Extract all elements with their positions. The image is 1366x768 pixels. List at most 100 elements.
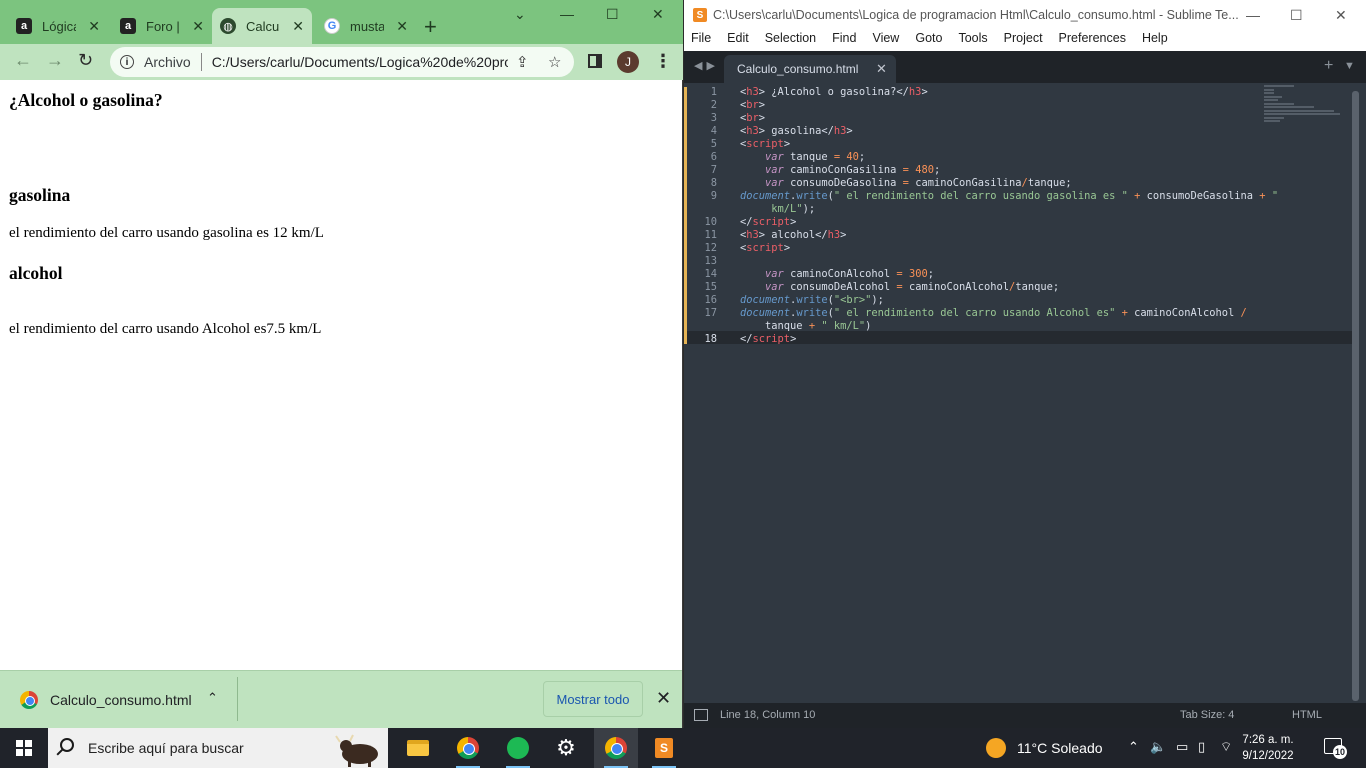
close-icon[interactable]: ✕ xyxy=(292,18,304,35)
line-gutter: 1 2 3 4 5 6 7 8 9 10 11 12 13 14 15 16 1… xyxy=(687,86,717,346)
sublime-window: S C:\Users\carlu\Documents\Logica de pro… xyxy=(684,0,1366,728)
side-panel-icon[interactable] xyxy=(588,54,602,68)
maximize-button[interactable]: ☐ xyxy=(1290,7,1303,24)
downloads-bar: Calculo_consumo.html ⌃ Mostrar todo ✕ xyxy=(0,670,682,728)
menu-find[interactable]: Find xyxy=(832,31,856,51)
chevron-up-icon[interactable]: ⌃ xyxy=(207,690,218,706)
menu-file[interactable]: File xyxy=(691,31,711,51)
globe-icon: ◍ xyxy=(220,18,236,34)
close-window-button[interactable]: ✕ xyxy=(652,6,664,23)
minimap[interactable] xyxy=(1264,85,1344,129)
reload-icon[interactable]: ↻ xyxy=(78,50,93,71)
menu-help[interactable]: Help xyxy=(1142,31,1168,51)
divider xyxy=(237,677,238,721)
taskbar-settings[interactable]: ⚙ xyxy=(544,728,588,768)
taskbar-chrome[interactable] xyxy=(446,728,490,768)
address-bar[interactable]: i Archivo C:/Users/carlu/Documents/Logic… xyxy=(110,47,574,77)
meet-now-icon[interactable]: ▭ xyxy=(1176,739,1188,755)
menu-view[interactable]: View xyxy=(872,31,899,51)
line-number: 9 xyxy=(710,190,717,202)
tab-search-icon[interactable]: ⌄ xyxy=(514,6,526,23)
vertical-scrollbar[interactable] xyxy=(1352,91,1359,701)
tab-title: Lógica xyxy=(42,18,76,34)
line-number xyxy=(687,320,717,333)
search-icon xyxy=(60,738,74,752)
new-tab-button[interactable]: + xyxy=(1324,57,1333,75)
chevron-up-icon[interactable]: ⌃ xyxy=(1128,739,1139,755)
windows-start-icon[interactable] xyxy=(16,740,32,756)
menu-project[interactable]: Project xyxy=(1004,31,1043,51)
line-number: 17 xyxy=(704,307,717,319)
line-number: 12 xyxy=(704,242,717,254)
back-icon[interactable]: ← xyxy=(14,50,32,71)
close-icon[interactable]: ✕ xyxy=(88,18,100,35)
battery-icon[interactable]: ▯ xyxy=(1198,739,1205,755)
close-icon[interactable]: ✕ xyxy=(396,18,408,35)
minimize-button[interactable]: — xyxy=(1246,7,1260,23)
address-scheme: Archivo xyxy=(144,54,191,70)
clock[interactable]: 7:26 a. m. 9/12/2022 xyxy=(1238,732,1298,764)
code-text[interactable]: <h3> ¿Alcohol o gasolina?</h3> <br> <br>… xyxy=(740,86,1300,346)
taskbar-spotify[interactable] xyxy=(496,728,540,768)
wifi-icon[interactable]: ⌔ xyxy=(1220,739,1232,755)
line-number: 13 xyxy=(704,255,717,267)
tab-title: Calculo xyxy=(246,18,280,34)
chrome-file-icon xyxy=(20,691,38,709)
address-url[interactable]: C:/Users/carlu/Documents/Logica%20de%20p… xyxy=(212,54,508,70)
close-icon[interactable]: ✕ xyxy=(876,61,887,77)
menu-goto[interactable]: Goto xyxy=(915,31,942,51)
notification-icon[interactable]: 10 xyxy=(1324,738,1347,759)
menu-tools[interactable]: Tools xyxy=(958,31,987,51)
info-icon[interactable]: i xyxy=(120,55,134,69)
show-all-button[interactable]: Mostrar todo xyxy=(543,681,643,717)
window-title: C:\Users\carlu\Documents\Logica de progr… xyxy=(713,8,1239,22)
cursor-position: Line 18, Column 10 xyxy=(720,709,816,721)
chevron-down-icon[interactable]: ▼ xyxy=(1344,60,1355,72)
maximize-button[interactable]: ☐ xyxy=(606,6,619,23)
weather-text[interactable]: 11°C Soleado xyxy=(1017,740,1103,756)
chrome-tab-foro[interactable]: a Foro | A ✕ xyxy=(112,8,212,44)
star-icon[interactable]: ☆ xyxy=(548,53,561,71)
chrome-icon xyxy=(457,737,479,759)
close-icon[interactable]: ✕ xyxy=(656,688,671,709)
taskbar-file-explorer[interactable] xyxy=(396,728,440,768)
tab-size[interactable]: Tab Size: 4 xyxy=(1180,709,1234,721)
line-number: 18 xyxy=(704,333,717,345)
editor-tab[interactable]: Calculo_consumo.html ✕ xyxy=(724,55,896,83)
menu-edit[interactable]: Edit xyxy=(727,31,749,51)
syntax-mode[interactable]: HTML xyxy=(1292,709,1322,721)
sidebar-toggle-icon[interactable] xyxy=(694,709,708,721)
chrome-tab-mustang[interactable]: G mustang ✕ xyxy=(316,8,416,44)
notification-count: 10 xyxy=(1333,745,1347,759)
code-line: <h3> ¿Alcohol o gasolina?</h3> xyxy=(740,86,928,98)
close-window-button[interactable]: ✕ xyxy=(1335,7,1347,24)
taskbar-chrome-profile[interactable] xyxy=(594,728,638,768)
new-tab-button[interactable]: + xyxy=(424,14,437,40)
code-line: <h3> gasolina</h3> xyxy=(740,125,853,137)
download-item[interactable]: Calculo_consumo.html xyxy=(50,692,192,708)
code-line: </script> xyxy=(740,333,797,345)
line-number: 2 xyxy=(710,99,717,111)
share-icon[interactable]: ⇪ xyxy=(516,53,529,71)
minimize-button[interactable]: — xyxy=(560,6,574,22)
chrome-tab-calculo[interactable]: ◍ Calculo ✕ xyxy=(212,8,312,44)
sublime-titlebar: S C:\Users\carlu\Documents\Logica de pro… xyxy=(684,0,1366,31)
menu-icon[interactable]: ⋮ xyxy=(654,51,672,72)
line-number: 7 xyxy=(710,164,717,176)
chrome-tab-logica[interactable]: a Lógica ✕ xyxy=(8,8,108,44)
code-editor[interactable]: 1 2 3 4 5 6 7 8 9 10 11 12 13 14 15 16 1… xyxy=(684,83,1366,703)
line-number: 5 xyxy=(710,138,717,150)
volume-icon[interactable]: 🔈 xyxy=(1150,739,1166,755)
menu-preferences[interactable]: Preferences xyxy=(1059,31,1126,51)
menu-selection[interactable]: Selection xyxy=(765,31,816,51)
taskbar-sublime[interactable]: S xyxy=(642,728,686,768)
profile-avatar[interactable]: J xyxy=(617,51,639,73)
tab-nav-arrows-icon[interactable]: ◀▶ xyxy=(694,59,719,72)
forward-icon[interactable]: → xyxy=(46,50,64,71)
result-alcohol: el rendimiento del carro usando Alcohol … xyxy=(9,321,322,337)
taskbar-search-box[interactable]: Escribe aquí para buscar xyxy=(48,728,388,768)
close-icon[interactable]: ✕ xyxy=(192,18,204,35)
status-bar: Line 18, Column 10 Tab Size: 4 HTML xyxy=(684,703,1366,728)
sun-icon[interactable] xyxy=(986,738,1006,758)
web-page-content: ¿Alcohol o gasolina? gasolina el rendimi… xyxy=(0,80,682,670)
